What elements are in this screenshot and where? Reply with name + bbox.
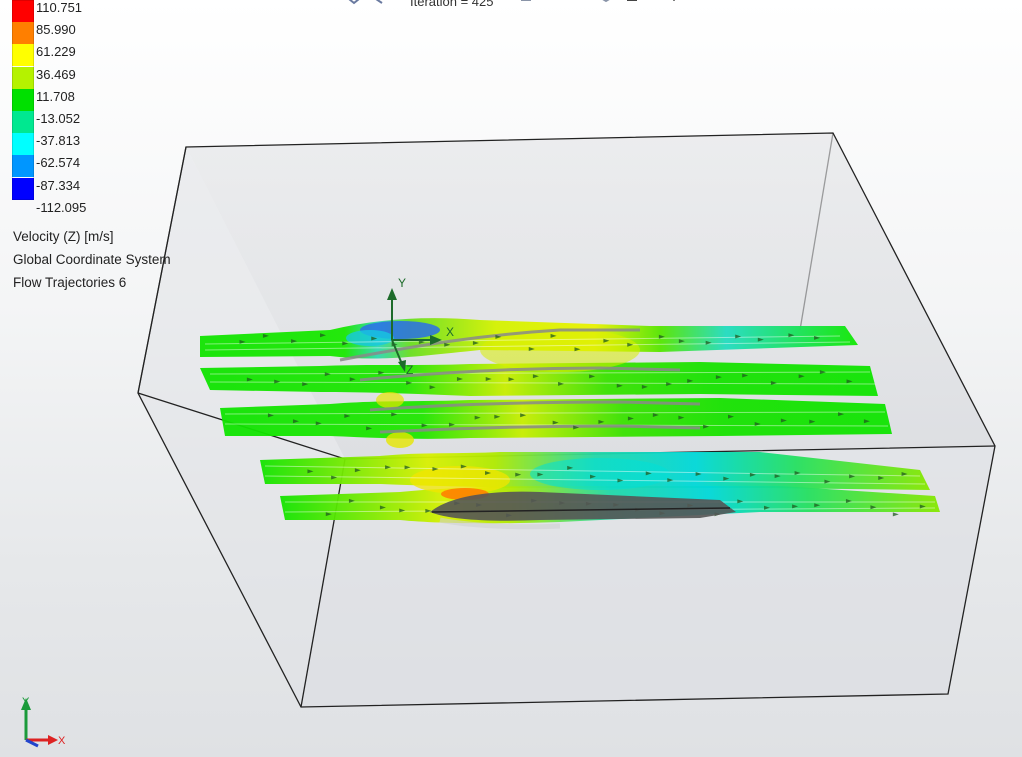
legend-value: -62.574 [36,155,81,171]
legend-value: 85.990 [36,22,76,38]
model-triad-y-label: Y [398,276,406,290]
legend-value: 61.229 [36,44,76,60]
legend-value: -112.095 [36,199,87,215]
corner-triad-x-label: X [58,735,66,747]
model-triad-z-label: Z [406,363,413,377]
legend-coordinate-system: Global Coordinate System [13,252,171,267]
graphics-viewport[interactable]: Y X Z Y X [0,0,1022,757]
legend-value: -87.334 [36,177,81,193]
legend-value: 36.469 [36,66,76,82]
legend-value: 11.708 [36,88,75,104]
legend-bar-frame [12,0,34,200]
legend-value: 110.751 [36,0,83,15]
corner-triad-y-label: Y [22,696,30,708]
legend-value: -13.052 [36,111,81,126]
legend-quantity: Velocity (Z) [m/s] [13,229,114,244]
model-triad-x-label: X [446,325,454,339]
view-orientation-triad[interactable]: Y X [21,696,66,748]
legend-value: -37.813 [36,133,81,149]
legend-plot-name: Flow Trajectories 6 [13,275,127,290]
